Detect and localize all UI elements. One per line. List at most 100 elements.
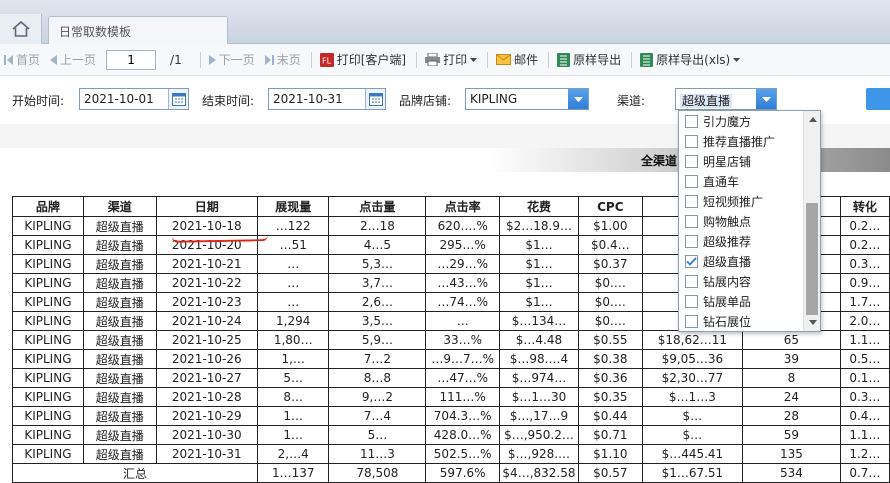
channel-option[interactable]: 钻展单品 (679, 291, 820, 311)
table-cell: 1.1… (839, 330, 890, 350)
table-cell: KIPLING (12, 387, 84, 407)
channel-label: 渠道: (617, 94, 646, 108)
table-cell: … (256, 254, 330, 274)
channel-option[interactable]: 购物触点 (679, 211, 820, 231)
table-cell: 0.1… (839, 368, 890, 388)
channel-option[interactable]: 直通车 (679, 171, 820, 191)
table-cell: $… (641, 425, 744, 445)
channel-option[interactable]: 明星店铺 (679, 151, 820, 171)
dropdown-scrollbar[interactable] (803, 111, 820, 331)
channel-option-checkbox[interactable] (685, 214, 698, 228)
channel-option-checkbox[interactable] (685, 194, 698, 208)
channel-option-label: 明星店铺 (703, 154, 752, 169)
table-cell: 295…% (425, 235, 500, 255)
table-cell: 135 (742, 444, 841, 464)
table-cell: $…98.…4 (499, 349, 579, 369)
table-cell: $0.… (577, 311, 643, 331)
column-header: 点击率 (425, 196, 500, 217)
last-page-button[interactable]: 末页 (264, 51, 301, 68)
toolbar-divider (487, 51, 489, 68)
channel-option-checkbox[interactable] (685, 154, 698, 168)
table-cell: 1,… (256, 349, 330, 369)
table-cell: KIPLING (12, 254, 84, 274)
first-page-button[interactable]: 首页 (4, 51, 40, 68)
table-cell: 2,6… (328, 292, 427, 312)
print-button[interactable]: 打印 (425, 51, 478, 68)
export-xls-button[interactable]: 原样导出(xls) (640, 51, 741, 68)
channel-option[interactable]: 钻石展位 (679, 311, 820, 331)
start-date-field[interactable]: 2021-10-01 (79, 88, 189, 110)
channel-option-label: 推荐直播推广 (703, 134, 776, 149)
query-button[interactable] (866, 88, 890, 110)
table-row: KIPLING 超级直播 2021-10-27 5… 8…8 …47…% $…974… $0.… (12, 368, 890, 388)
channel-dropdown-list[interactable]: 引力魔方推荐直播推广 明星店铺直通车 短视频推广购物触点超级推荐超级直播钻展内容 钻展… (678, 110, 821, 332)
table-cell: 8… (256, 387, 330, 407)
table-cell: 8…8 (328, 368, 427, 388)
store-select[interactable]: KIPLING (465, 88, 589, 110)
table-cell: 4…5 (328, 235, 427, 255)
channel-option[interactable]: 短视频推广 (679, 191, 820, 211)
end-date-field[interactable]: 2021-10-31 (268, 88, 386, 110)
report-title: 全渠道 (641, 154, 678, 168)
channel-option-label: 购物触点 (703, 214, 752, 229)
table-cell: $…445.41 (641, 444, 744, 464)
channel-option-label: 超级直播 (703, 254, 752, 269)
scroll-up-button[interactable] (804, 111, 820, 128)
table-cell: …29…% (425, 254, 500, 274)
channel-option-checkbox[interactable] (685, 274, 698, 288)
scrollbar-thumb[interactable] (806, 203, 818, 315)
table-cell: …9…7…% (425, 349, 500, 369)
table-cell: $2…18.9… (499, 216, 579, 236)
store-dropdown-button[interactable] (568, 89, 588, 109)
table-cell: $9,05…36 (641, 349, 744, 369)
table-cell: 0.4… (839, 406, 890, 426)
tab-daily-template[interactable]: 日常取数模板 (48, 16, 228, 44)
channel-option-checkbox[interactable] (685, 114, 698, 128)
channel-option-checkbox[interactable] (685, 134, 698, 148)
table-cell: $0.… (577, 273, 643, 293)
total-cell: 534 (742, 463, 841, 483)
page-number-input[interactable] (106, 49, 157, 70)
channel-option[interactable]: 钻展内容 (679, 271, 820, 291)
store-label: 品牌店铺: (399, 94, 452, 108)
print-client-button[interactable]: FL 打印[客户端] (319, 51, 406, 68)
channel-option-checkbox[interactable] (685, 314, 698, 328)
table-cell: $0.4… (577, 235, 643, 255)
last-page-icon (264, 54, 274, 65)
channel-select[interactable]: 超级直播 (675, 88, 777, 110)
channel-option[interactable]: 引力魔方 (679, 111, 820, 131)
channel-option-checkbox[interactable] (685, 174, 698, 188)
home-icon (11, 20, 30, 37)
table-cell: $1… (499, 254, 579, 274)
next-page-button[interactable]: 下一页 (208, 51, 255, 68)
home-button[interactable] (0, 14, 42, 44)
export-button[interactable]: 原样导出 (557, 51, 621, 68)
table-cell: KIPLING (12, 292, 84, 312)
end-date-picker-button[interactable] (365, 89, 385, 109)
table-cell: 超级直播 (82, 273, 157, 293)
channel-dropdown-button[interactable] (756, 89, 776, 109)
table-cell: 7…2 (328, 349, 427, 369)
table-row: KIPLING 超级直播 2021-10-25 1,80… 5,9… 33…% $…4.48… (12, 330, 890, 350)
table-cell: 0.9… (839, 273, 890, 293)
table-cell: 0.2… (839, 235, 890, 255)
channel-option-checkbox[interactable] (685, 254, 698, 268)
column-header: CPC (577, 196, 643, 217)
start-date-picker-button[interactable] (168, 89, 188, 109)
channel-option[interactable]: 超级直播 (679, 251, 820, 271)
scroll-down-button[interactable] (804, 314, 820, 331)
table-cell: 5,9… (328, 330, 427, 350)
channel-option[interactable]: 超级推荐 (679, 231, 820, 251)
mail-button[interactable]: 邮件 (496, 51, 538, 68)
table-cell: … (425, 311, 500, 331)
column-header: 渠道 (82, 196, 157, 217)
table-cell: $2,30…77 (641, 368, 744, 388)
calendar-icon (368, 93, 383, 106)
table-cell: 3,7… (328, 273, 427, 293)
table-cell: 33…% (425, 330, 500, 350)
channel-option[interactable]: 推荐直播推广 (679, 131, 820, 151)
channel-option-checkbox[interactable] (685, 234, 698, 248)
channel-option-checkbox[interactable] (685, 294, 698, 308)
prev-page-button[interactable]: 上一页 (50, 51, 96, 68)
table-cell: KIPLING (12, 368, 84, 388)
